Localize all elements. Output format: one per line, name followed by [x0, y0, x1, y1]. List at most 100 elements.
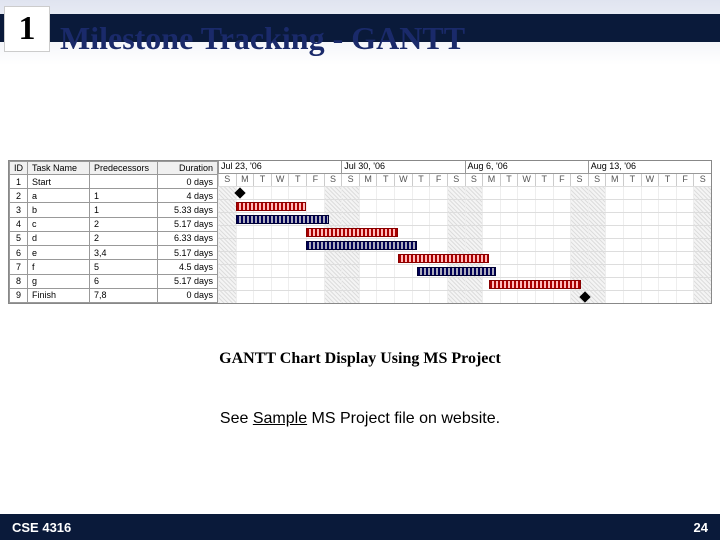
slide-number-box: 1 — [4, 6, 50, 52]
footer-course: CSE 4316 — [12, 520, 71, 535]
cell-id: 4 — [10, 217, 28, 231]
table-row: 8g65.17 days — [10, 274, 218, 288]
cell-dur: 4.5 days — [158, 260, 218, 274]
gantt-bar — [398, 254, 490, 263]
table-row: 5d26.33 days — [10, 231, 218, 245]
task-table: ID Task Name Predecessors Duration 1Star… — [9, 161, 218, 303]
footer-page: 24 — [694, 520, 708, 535]
day-label: S — [693, 174, 711, 186]
gantt-row — [218, 251, 711, 264]
day-label: M — [482, 174, 500, 186]
cell-id: 9 — [10, 288, 28, 302]
cell-task: g — [28, 274, 90, 288]
day-label: S — [324, 174, 342, 186]
day-label: F — [306, 174, 324, 186]
table-row: 1Start 0 days — [10, 175, 218, 189]
cell-task: a — [28, 189, 90, 203]
day-label: T — [412, 174, 430, 186]
day-label: W — [641, 174, 659, 186]
day-label: W — [394, 174, 412, 186]
day-label: M — [236, 174, 254, 186]
cell-pred: 1 — [90, 203, 158, 217]
col-pred: Predecessors — [90, 162, 158, 175]
gantt-row — [218, 199, 711, 212]
gantt-chart: ID Task Name Predecessors Duration 1Star… — [8, 160, 712, 304]
cell-id: 3 — [10, 203, 28, 217]
gantt-bar — [236, 202, 306, 211]
cell-dur: 5.17 days — [158, 217, 218, 231]
cell-id: 6 — [10, 246, 28, 260]
gantt-timeline: Jul 23, '06Jul 30, '06Aug 6, '06Aug 13, … — [218, 161, 711, 303]
day-label: F — [553, 174, 571, 186]
sample-link[interactable]: Sample — [253, 410, 307, 427]
day-label: S — [447, 174, 465, 186]
cell-task: b — [28, 203, 90, 217]
cell-dur: 5.17 days — [158, 246, 218, 260]
cell-dur: 5.17 days — [158, 274, 218, 288]
week-label: Jul 23, '06 — [218, 161, 341, 173]
cell-pred: 5 — [90, 260, 158, 274]
cell-id: 2 — [10, 189, 28, 203]
week-label: Jul 30, '06 — [341, 161, 464, 173]
sample-line: See Sample MS Project file on website. — [0, 410, 720, 428]
sample-suffix: MS Project file on website. — [307, 410, 500, 427]
cell-dur: 6.33 days — [158, 231, 218, 245]
table-row: 6e3,45.17 days — [10, 246, 218, 260]
day-label: M — [605, 174, 623, 186]
cell-pred: 6 — [90, 274, 158, 288]
cell-task: e — [28, 246, 90, 260]
day-label: M — [359, 174, 377, 186]
cell-dur: 0 days — [158, 288, 218, 302]
cell-task: d — [28, 231, 90, 245]
cell-id: 7 — [10, 260, 28, 274]
slide: 1 Milestone Tracking - GANTT ID Task Nam… — [0, 0, 720, 540]
day-label: F — [676, 174, 694, 186]
footer-bar: CSE 4316 24 — [0, 514, 720, 540]
cell-dur: 4 days — [158, 189, 218, 203]
table-row: 7f54.5 days — [10, 260, 218, 274]
gantt-bar — [236, 215, 329, 224]
gantt-row — [218, 290, 711, 303]
cell-pred: 1 — [90, 189, 158, 203]
gantt-row — [218, 238, 711, 251]
gantt-row — [218, 277, 711, 290]
cell-id: 1 — [10, 175, 28, 189]
cell-dur: 5.33 days — [158, 203, 218, 217]
day-label: T — [623, 174, 641, 186]
page-title: Milestone Tracking - GANTT — [60, 20, 465, 57]
col-id: ID — [10, 162, 28, 175]
gantt-bar — [306, 228, 398, 237]
table-row: 3b15.33 days — [10, 203, 218, 217]
cell-pred: 7,8 — [90, 288, 158, 302]
table-row: 4c25.17 days — [10, 217, 218, 231]
day-label: T — [500, 174, 518, 186]
day-label: S — [341, 174, 359, 186]
gantt-row — [218, 264, 711, 277]
gantt-bar — [417, 267, 496, 276]
day-label: W — [271, 174, 289, 186]
sample-prefix: See — [220, 410, 253, 427]
cell-pred — [90, 175, 158, 189]
day-label: F — [429, 174, 447, 186]
cell-dur: 0 days — [158, 175, 218, 189]
day-label: T — [288, 174, 306, 186]
col-dur: Duration — [158, 162, 218, 175]
cell-pred: 2 — [90, 231, 158, 245]
day-label: W — [517, 174, 535, 186]
gantt-row — [218, 212, 711, 225]
table-row: 9Finish7,80 days — [10, 288, 218, 302]
cell-pred: 2 — [90, 217, 158, 231]
day-label: S — [465, 174, 483, 186]
cell-pred: 3,4 — [90, 246, 158, 260]
cell-id: 8 — [10, 274, 28, 288]
cell-task: Start — [28, 175, 90, 189]
cell-task: f — [28, 260, 90, 274]
table-row: 2a14 days — [10, 189, 218, 203]
col-task: Task Name — [28, 162, 90, 175]
cell-task: Finish — [28, 288, 90, 302]
cell-task: c — [28, 217, 90, 231]
day-label: T — [658, 174, 676, 186]
day-label: T — [376, 174, 394, 186]
week-label: Aug 6, '06 — [465, 161, 588, 173]
day-label: T — [253, 174, 271, 186]
